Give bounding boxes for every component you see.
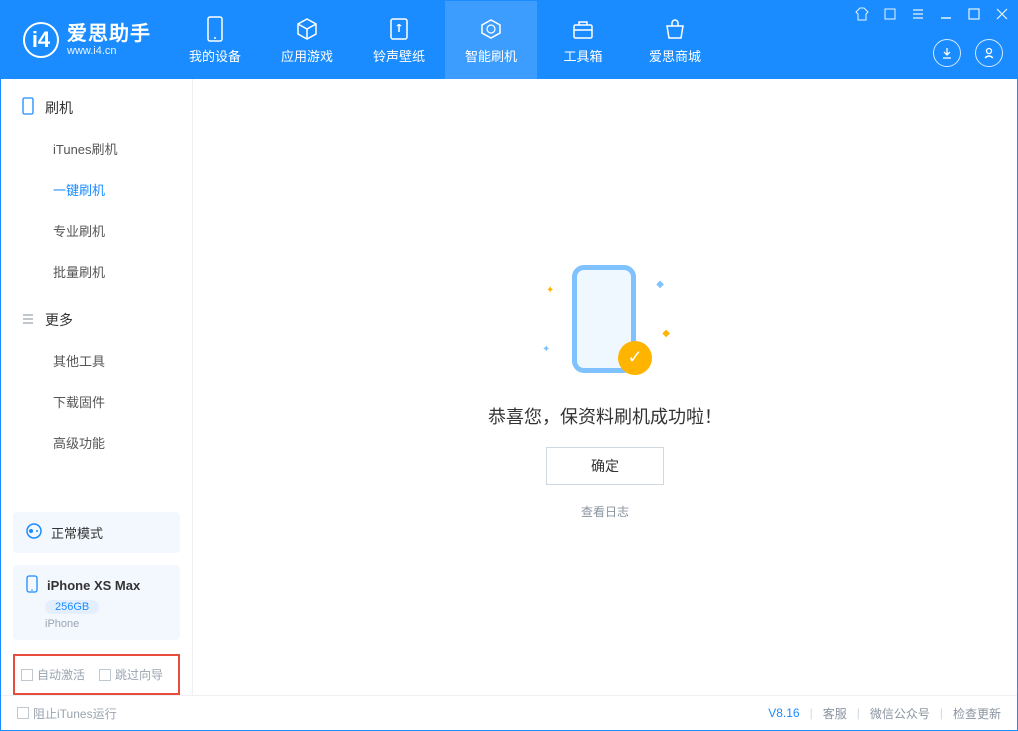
sidebar-item-download-firmware[interactable]: 下载固件 [1,381,192,422]
section-title: 刷机 [45,98,73,118]
checkbox-icon [99,669,111,681]
device-name: iPhone XS Max [47,578,140,593]
list-icon [21,312,35,329]
checkbox-block-itunes[interactable]: 阻止iTunes运行 [17,705,117,722]
device-type: iPhone [45,618,79,630]
tab-label: 工具箱 [563,46,602,65]
sparkle-icon: ◆ [662,328,670,339]
capacity-badge: 256GB [45,600,99,614]
app-url: www.i4.cn [67,45,151,57]
user-button[interactable] [975,39,1003,67]
sidebar-item-itunes-flash[interactable]: iTunes刷机 [1,128,192,169]
highlighted-options: 自动激活 跳过向导 [13,654,180,695]
sidebar-item-other-tools[interactable]: 其他工具 [1,340,192,381]
window-controls [855,7,1009,21]
mode-icon [25,522,43,543]
sidebar-item-advanced[interactable]: 高级功能 [1,422,192,463]
footer-link-update[interactable]: 检查更新 [953,705,1001,722]
tab-apps-games[interactable]: 应用游戏 [261,1,353,79]
tab-label: 应用游戏 [281,46,333,65]
tab-ringtones[interactable]: 铃声壁纸 [353,1,445,79]
store-icon [662,16,688,42]
footer-link-support[interactable]: 客服 [823,705,847,722]
tab-label: 铃声壁纸 [373,46,425,65]
sidebar-section-flash: 刷机 [1,79,192,128]
device-icon [202,16,228,42]
sidebar-item-oneclick-flash[interactable]: 一键刷机 [1,169,192,210]
checkbox-skip-wizard[interactable]: 跳过向导 [99,666,163,683]
tab-label: 我的设备 [189,46,241,65]
sparkle-icon: ◆ [656,279,664,290]
ok-button[interactable]: 确定 [546,447,664,485]
separator: | [940,706,943,720]
separator: | [810,706,813,720]
music-icon [386,16,412,42]
body: 刷机 iTunes刷机 一键刷机 专业刷机 批量刷机 更多 其他工具 下载固件 … [1,79,1017,695]
mode-card[interactable]: 正常模式 [13,512,180,553]
maximize-icon[interactable] [967,7,981,21]
footer: 阻止iTunes运行 V8.16 | 客服 | 微信公众号 | 检查更新 [1,695,1017,730]
tab-toolbox[interactable]: 工具箱 [537,1,629,79]
checkbox-label: 跳过向导 [115,666,163,683]
toolbox-icon [570,16,596,42]
sidebar-item-pro-flash[interactable]: 专业刷机 [1,210,192,251]
section-title: 更多 [45,310,73,330]
version-label: V8.16 [768,706,799,720]
close-icon[interactable] [995,7,1009,21]
checkbox-icon [17,707,29,719]
success-illustration: ✦ ◆ ✦ ◆ ✓ [540,255,670,385]
checkbox-label: 自动激活 [37,666,85,683]
sidebar-section-more: 更多 [1,292,192,340]
cube-icon [294,16,320,42]
main-content: ✦ ◆ ✦ ◆ ✓ 恭喜您，保资料刷机成功啦！ 确定 查看日志 [193,79,1017,695]
header-actions [933,39,1003,67]
sparkle-icon: ✦ [542,344,550,355]
logo-text: 爱思助手 www.i4.cn [67,23,151,57]
sidebar: 刷机 iTunes刷机 一键刷机 专业刷机 批量刷机 更多 其他工具 下载固件 … [1,79,193,695]
download-button[interactable] [933,39,961,67]
device-card[interactable]: iPhone XS Max 256GB iPhone [13,565,180,640]
checkbox-label: 阻止iTunes运行 [33,705,117,722]
tab-smart-flash[interactable]: 智能刷机 [445,1,537,79]
app-logo: i4 爱思助手 www.i4.cn [1,22,169,58]
success-message: 恭喜您，保资料刷机成功啦！ [488,403,722,429]
phone-outline-icon [21,97,35,118]
nav-tabs: 我的设备 应用游戏 铃声壁纸 智能刷机 工具箱 爱思商城 [169,1,721,79]
tab-my-device[interactable]: 我的设备 [169,1,261,79]
tab-label: 爱思商城 [649,46,701,65]
separator: | [857,706,860,720]
checkbox-auto-activate[interactable]: 自动激活 [21,666,85,683]
tab-label: 智能刷机 [465,46,517,65]
tab-store[interactable]: 爱思商城 [629,1,721,79]
view-log-link[interactable]: 查看日志 [581,503,629,520]
settings-icon[interactable] [883,7,897,21]
sparkle-icon: ✦ [546,285,554,296]
shirt-icon[interactable] [855,7,869,21]
logo-icon: i4 [23,22,59,58]
checkbox-icon [21,669,33,681]
minimize-icon[interactable] [939,7,953,21]
sidebar-item-batch-flash[interactable]: 批量刷机 [1,251,192,292]
app-title: 爱思助手 [67,23,151,45]
device-icon [25,575,39,596]
check-badge-icon: ✓ [618,341,652,375]
app-header: i4 爱思助手 www.i4.cn 我的设备 应用游戏 铃声壁纸 智能刷机 工具… [1,1,1017,79]
mode-label: 正常模式 [51,523,103,542]
footer-link-wechat[interactable]: 微信公众号 [870,705,930,722]
menu-icon[interactable] [911,7,925,21]
refresh-icon [478,16,504,42]
